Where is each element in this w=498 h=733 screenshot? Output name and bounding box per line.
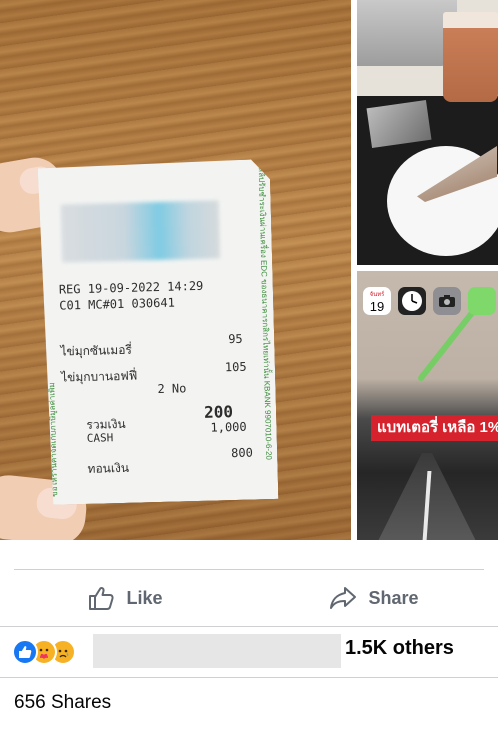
calendar-weekday: จันทร์ bbox=[369, 291, 385, 298]
receipt-date-line: REG 19-09-2022 14:29 bbox=[58, 278, 204, 297]
post-action-bar: Like Share bbox=[0, 570, 498, 626]
reaction-others-count[interactable]: 1.5K others bbox=[345, 637, 454, 660]
thumbs-up-icon bbox=[89, 586, 115, 610]
receipt-item1-price: 95 bbox=[228, 331, 243, 347]
blurred-reactor-names bbox=[93, 634, 341, 668]
calendar-day: 19 bbox=[369, 298, 385, 314]
like-reaction-icon bbox=[12, 639, 38, 665]
phone-screenshot-photo[interactable]: จันทร์ 19 แบทเตอรี่ เหลือ 1% bbox=[357, 271, 498, 540]
reactions-bottom-divider bbox=[0, 677, 498, 678]
share-count[interactable]: 656 Shares bbox=[14, 692, 111, 714]
share-button[interactable]: Share bbox=[249, 570, 498, 626]
receipt-change-value: 800 bbox=[231, 445, 254, 461]
receipt-item1-name: ไข่มุกซันเมอรี่ bbox=[60, 342, 133, 359]
cafe-photo[interactable] bbox=[357, 0, 498, 265]
receipt-change-label: ทอนเงิน bbox=[87, 460, 130, 476]
reactions-row[interactable]: 1.5K others bbox=[0, 626, 498, 678]
share-label: Share bbox=[368, 587, 419, 608]
receipt-item2-price: 105 bbox=[224, 359, 247, 375]
receipt-cash-label: CASH bbox=[86, 431, 114, 445]
receipt-id-line: C01 MC#01 030641 bbox=[59, 295, 176, 313]
receipt-total-value: 200 bbox=[203, 402, 234, 422]
like-label: Like bbox=[126, 587, 163, 608]
parked-car bbox=[357, 0, 457, 66]
calendar-app-icon: จันทร์ 19 bbox=[363, 287, 391, 315]
receipt-right-stripe: สลิปรับชำระเงินผ่านเครื่อง EDC ของธนาคาร… bbox=[256, 167, 274, 461]
receipt-photo[interactable]: ขอให้ร้านค้าจัดเก็บภาษีมูลค่าเพิ่ม สลิปร… bbox=[0, 0, 351, 540]
partial-app-icon bbox=[468, 287, 496, 315]
clock-app-icon bbox=[398, 287, 426, 315]
iced-drink-cup bbox=[443, 12, 498, 102]
home-screen-app-row: จันทร์ 19 bbox=[363, 287, 496, 315]
receipt-slip: ขอให้ร้านค้าจัดเก็บภาษีมูลค่าเพิ่ม สลิปร… bbox=[38, 159, 279, 505]
receipt-quantity: 2 No bbox=[157, 381, 187, 397]
camera-app-icon bbox=[433, 287, 461, 315]
blurred-merchant-name bbox=[61, 200, 220, 262]
battery-warning-banner: แบทเตอรี่ เหลือ 1% bbox=[371, 415, 498, 441]
receipt-item2-name: ไข่มุกบานอฟฟี่ bbox=[60, 368, 138, 385]
plastic-wrapper bbox=[366, 100, 432, 148]
like-button[interactable]: Like bbox=[0, 570, 249, 626]
receipt-cash-value: 1,000 bbox=[210, 419, 247, 435]
share-arrow-icon bbox=[330, 587, 357, 609]
post-photo-grid: ขอให้ร้านค้าจัดเก็บภาษีมูลค่าเพิ่ม สลิปร… bbox=[0, 0, 498, 540]
